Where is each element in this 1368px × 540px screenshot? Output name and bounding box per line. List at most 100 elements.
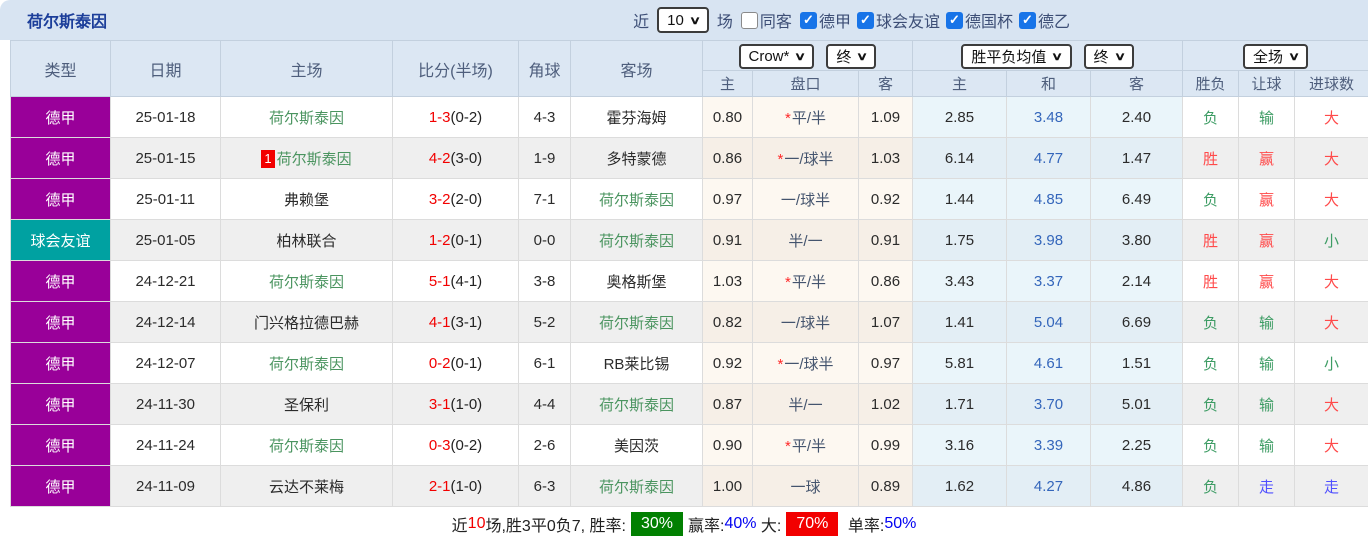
- topbar-controls: 近 10 ∨ 场 同客 ✓德甲✓球会友谊✓德国杯✓德乙: [633, 7, 1070, 33]
- filter-德甲[interactable]: ✓德甲: [800, 8, 851, 32]
- filter-球会友谊[interactable]: ✓球会友谊: [857, 8, 940, 32]
- checkbox-icon[interactable]: [741, 12, 758, 29]
- league-type-cell: 德甲: [11, 343, 111, 384]
- win-rate-badge: 30%: [631, 512, 683, 536]
- away-team-name: 荷尔斯泰因: [599, 192, 674, 209]
- odds-home-cell: 1.03: [703, 261, 753, 302]
- away-team-name: 荷尔斯泰因: [599, 233, 674, 250]
- odds-away-cell: 0.86: [859, 261, 913, 302]
- home-team-cell: 弗赖堡: [221, 179, 393, 220]
- avg-draw-cell: 4.77: [1007, 138, 1091, 179]
- summary-prefix: 近: [452, 512, 468, 536]
- result-cell: 胜: [1183, 220, 1239, 261]
- corners-cell: 7-1: [519, 179, 571, 220]
- league-type-cell: 德甲: [11, 179, 111, 220]
- checkbox-icon[interactable]: ✓: [800, 12, 817, 29]
- avg-away-cell: 2.40: [1091, 97, 1183, 138]
- checkbox-icon[interactable]: ✓: [1019, 12, 1036, 29]
- match-row: 德甲24-11-24荷尔斯泰因0-3(0-2)2-6美因茨0.90*平/半0.9…: [11, 425, 1368, 466]
- avg-draw-cell: 3.48: [1007, 97, 1091, 138]
- avg-home-cell: 6.14: [913, 138, 1007, 179]
- same-venue-filter[interactable]: 同客: [741, 8, 792, 32]
- away-team-name: 霍芬海姆: [606, 110, 666, 127]
- handicap-cell: *平/半: [753, 425, 859, 466]
- odds-home-cell: 0.90: [703, 425, 753, 466]
- result-cell: 胜: [1183, 138, 1239, 179]
- away-team-cell: 荷尔斯泰因: [571, 179, 703, 220]
- match-row: 球会友谊25-01-05柏林联合1-2(0-1)0-0荷尔斯泰因0.91半/一0…: [11, 220, 1368, 261]
- avg-draw-cell: 4.27: [1007, 466, 1091, 507]
- handicap-result-cell: 赢: [1239, 220, 1295, 261]
- odds-away-cell: 0.91: [859, 220, 913, 261]
- goals-result-cell: 大: [1295, 138, 1368, 179]
- home-team-cell: 云达不莱梅: [221, 466, 393, 507]
- handicap-rate-value: 40%: [724, 515, 756, 533]
- away-team-name: 奥格斯堡: [606, 274, 666, 291]
- result-cell: 负: [1183, 343, 1239, 384]
- corners-cell: 4-3: [519, 97, 571, 138]
- handicap-result-cell: 输: [1239, 384, 1295, 425]
- home-team-cell: 圣保利: [221, 384, 393, 425]
- goals-result-cell: 大: [1295, 384, 1368, 425]
- home-team-name: 门兴格拉德巴赫: [254, 315, 359, 332]
- home-team-name: 弗赖堡: [284, 192, 329, 209]
- match-row: 德甲24-11-30圣保利3-1(1-0)4-4荷尔斯泰因0.87半/一1.02…: [11, 384, 1368, 425]
- corners-cell: 0-0: [519, 220, 571, 261]
- goals-result-cell: 大: [1295, 302, 1368, 343]
- odds-away-cell: 0.97: [859, 343, 913, 384]
- odds-away-cell: 1.09: [859, 97, 913, 138]
- chevron-down-icon: ∨: [1114, 50, 1126, 63]
- away-team-cell: 美因茨: [571, 425, 703, 466]
- avg-away-cell: 4.86: [1091, 466, 1183, 507]
- sub-header-avg-away: 客: [1091, 71, 1183, 97]
- single-rate-value: 50%: [884, 515, 916, 533]
- match-row: 德甲25-01-11弗赖堡3-2(2-0)7-1荷尔斯泰因0.97一/球半0.9…: [11, 179, 1368, 220]
- odds-time-select[interactable]: 终 ∨: [826, 44, 876, 69]
- chevron-down-icon: ∨: [689, 14, 701, 27]
- home-team-name: 柏林联合: [276, 233, 336, 250]
- score-cell: 3-1(1-0): [393, 384, 519, 425]
- avg-away-cell: 1.51: [1091, 343, 1183, 384]
- away-team-cell: 荷尔斯泰因: [571, 302, 703, 343]
- avg-home-cell: 2.85: [913, 97, 1007, 138]
- avg-home-cell: 1.41: [913, 302, 1007, 343]
- avg-home-cell: 1.44: [913, 179, 1007, 220]
- chevron-down-icon: ∨: [794, 50, 806, 63]
- score-cell: 0-2(0-1): [393, 343, 519, 384]
- home-team-cell: 柏林联合: [221, 220, 393, 261]
- avg-away-cell: 2.14: [1091, 261, 1183, 302]
- goals-result-cell: 大: [1295, 97, 1368, 138]
- avg-away-cell: 2.25: [1091, 425, 1183, 466]
- same-venue-label: 同客: [760, 8, 792, 32]
- checkbox-icon[interactable]: ✓: [857, 12, 874, 29]
- chevron-down-icon: ∨: [856, 50, 868, 63]
- star-icon: *: [785, 110, 791, 127]
- score-cell: 2-1(1-0): [393, 466, 519, 507]
- avg-draw-cell: 4.61: [1007, 343, 1091, 384]
- page-title: 荷尔斯泰因: [27, 8, 107, 32]
- home-team-cell: 门兴格拉德巴赫: [221, 302, 393, 343]
- big-rate-badge: 70%: [786, 512, 838, 536]
- filter-德乙[interactable]: ✓德乙: [1019, 8, 1070, 32]
- handicap-cell: 一/球半: [753, 302, 859, 343]
- odds-source-select[interactable]: Crow* ∨: [739, 44, 815, 69]
- filter-德国杯[interactable]: ✓德国杯: [946, 8, 1013, 32]
- avg-time-select[interactable]: 终 ∨: [1084, 44, 1134, 69]
- recent-label: 近: [633, 8, 649, 32]
- goals-result-cell: 小: [1295, 220, 1368, 261]
- avg-type-select[interactable]: 胜平负均值 ∨: [961, 44, 1071, 69]
- away-team-cell: 荷尔斯泰因: [571, 220, 703, 261]
- matches-table: 类型 日期 主场 比分(半场) 角球 客场 Crow* ∨ 终 ∨: [10, 40, 1368, 507]
- period-select[interactable]: 全场 ∨: [1243, 44, 1308, 69]
- away-team-name: 荷尔斯泰因: [599, 479, 674, 496]
- match-row: 德甲24-11-09云达不莱梅2-1(1-0)6-3荷尔斯泰因1.00一球0.8…: [11, 466, 1368, 507]
- sub-header-odds-away: 客: [859, 71, 913, 97]
- league-type-cell: 德甲: [11, 425, 111, 466]
- checkbox-icon[interactable]: ✓: [946, 12, 963, 29]
- score-cell: 1-3(0-2): [393, 97, 519, 138]
- handicap-cell: 一/球半: [753, 179, 859, 220]
- handicap-cell: *平/半: [753, 261, 859, 302]
- score-cell: 1-2(0-1): [393, 220, 519, 261]
- handicap-cell: 半/一: [753, 220, 859, 261]
- recent-count-select[interactable]: 10 ∨: [657, 7, 709, 33]
